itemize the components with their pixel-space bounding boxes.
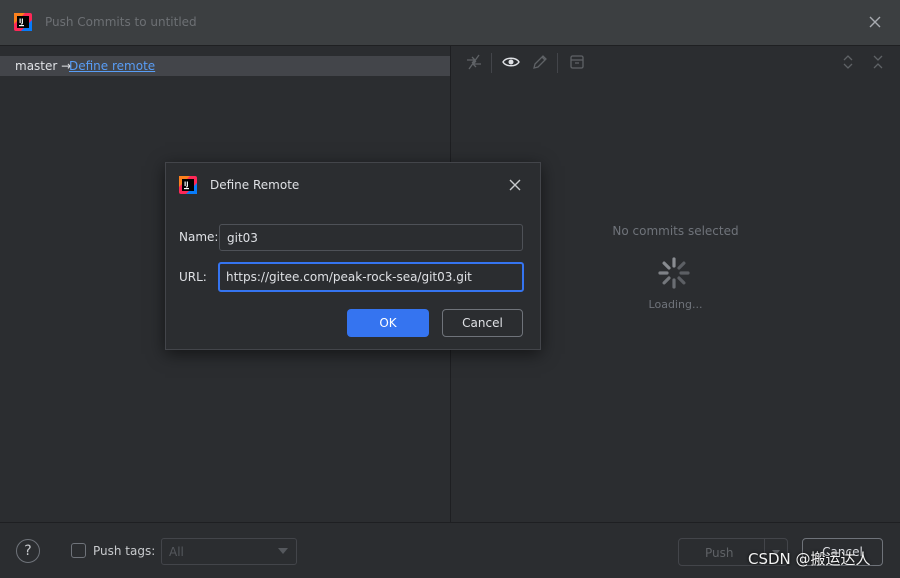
collapse-icon[interactable] <box>869 53 887 71</box>
chevron-down-icon <box>278 548 288 554</box>
intellij-logo-icon: IJ <box>14 13 32 31</box>
dialog-title: Define Remote <box>210 178 300 192</box>
toolbar-separator <box>491 53 492 73</box>
push-tags-checkbox[interactable] <box>71 543 86 558</box>
close-dialog-icon[interactable] <box>508 178 522 192</box>
dialog-cancel-button[interactable]: Cancel <box>442 309 523 337</box>
push-tags-label: Push tags: <box>93 544 156 558</box>
ok-button[interactable]: OK <box>347 309 429 337</box>
branch-name: master → <box>15 59 72 73</box>
push-button-label: Push <box>705 546 734 560</box>
window-title: Push Commits to untitled <box>45 15 197 29</box>
details-toolbar <box>451 46 900 78</box>
tags-dropdown-value: All <box>169 545 184 559</box>
branch-row[interactable]: master → Define remote <box>0 56 450 76</box>
help-button[interactable]: ? <box>16 539 40 563</box>
watermark: CSDN @搬运达人 <box>748 550 871 568</box>
loading-spinner-icon <box>658 257 690 289</box>
define-remote-dialog: IJ Define Remote Name: URL: OK Cancel <box>165 162 541 350</box>
name-field[interactable] <box>219 224 523 251</box>
title-bar: IJ Push Commits to untitled <box>0 0 900 46</box>
pencil-icon[interactable] <box>531 53 549 71</box>
svg-text:IJ: IJ <box>19 18 23 25</box>
move-icon[interactable] <box>465 53 483 71</box>
eye-icon[interactable] <box>502 53 520 71</box>
close-window-icon[interactable] <box>867 14 883 30</box>
expand-icon[interactable] <box>839 53 857 71</box>
tags-dropdown[interactable]: All <box>161 538 297 565</box>
url-field[interactable] <box>218 262 524 292</box>
url-label: URL: <box>179 270 207 284</box>
define-remote-link[interactable]: Define remote <box>69 56 155 76</box>
archive-icon[interactable] <box>568 53 586 71</box>
svg-text:IJ: IJ <box>184 181 188 188</box>
intellij-logo-icon: IJ <box>179 176 197 194</box>
toolbar-separator <box>557 53 558 73</box>
name-label: Name: <box>179 230 219 244</box>
